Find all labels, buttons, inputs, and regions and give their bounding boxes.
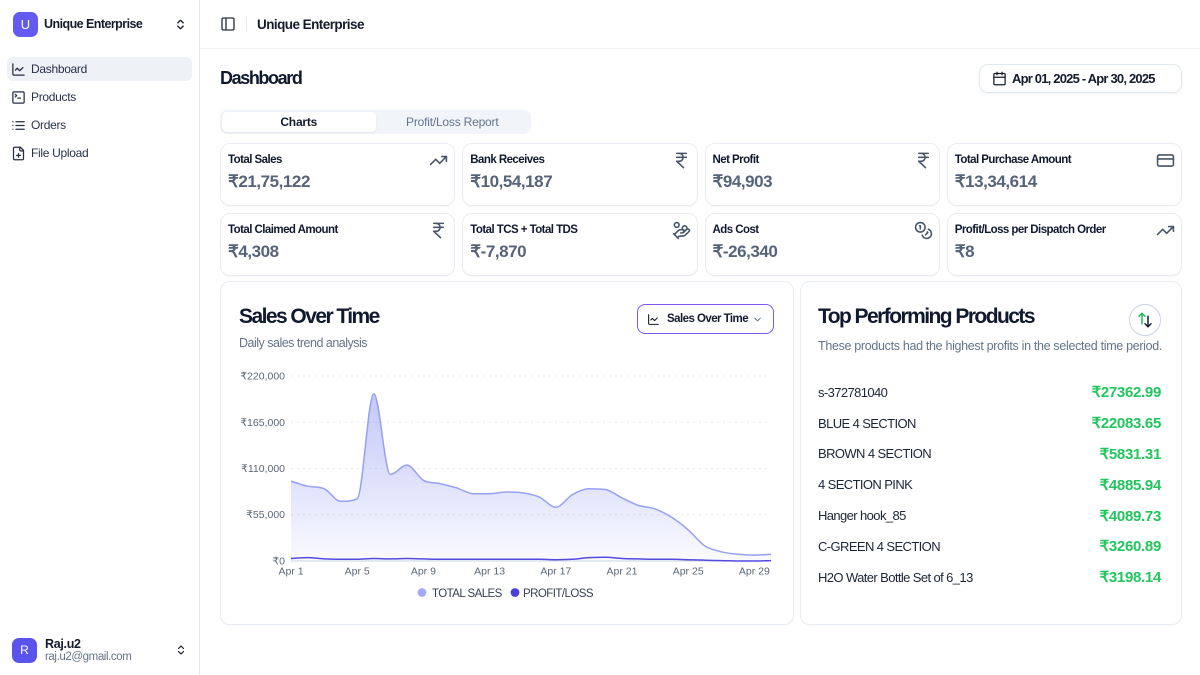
- svg-text:Apr 5: Apr 5: [345, 566, 370, 578]
- svg-text:₹55,000: ₹55,000: [246, 509, 285, 521]
- svg-text:Apr 25: Apr 25: [673, 566, 704, 578]
- svg-text:Apr 29: Apr 29: [739, 566, 770, 578]
- svg-text:Apr 13: Apr 13: [474, 566, 505, 578]
- svg-text:₹165,000: ₹165,000: [240, 417, 285, 429]
- svg-text:PROFIT/LOSS: PROFIT/LOSS: [523, 588, 594, 600]
- svg-text:TOTAL SALES: TOTAL SALES: [432, 588, 503, 600]
- svg-text:₹220,000: ₹220,000: [240, 371, 285, 383]
- svg-text:₹110,000: ₹110,000: [241, 463, 285, 475]
- svg-text:Apr 17: Apr 17: [540, 566, 571, 578]
- svg-text:Apr 21: Apr 21: [607, 566, 638, 578]
- svg-text:Apr 9: Apr 9: [411, 566, 436, 578]
- svg-text:Apr 1: Apr 1: [278, 566, 303, 578]
